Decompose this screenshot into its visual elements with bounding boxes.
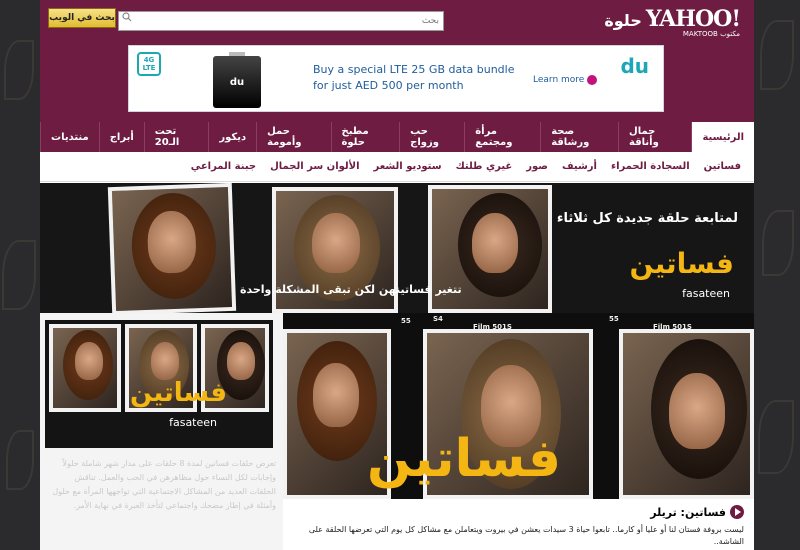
- logo-hilwa-text: حلوة: [604, 11, 642, 30]
- primary-nav: الرئيسية جمال وأناقة صحة ورشاقة مرأة ومج…: [40, 122, 754, 152]
- search-field-wrapper: [118, 8, 444, 31]
- arrow-circle-icon: [587, 75, 598, 85]
- web-search-button[interactable]: بحث في الويب: [48, 8, 116, 28]
- nav-item-health[interactable]: صحة ورشاقة: [540, 122, 618, 152]
- nav-item-horoscope[interactable]: أبراج: [98, 122, 144, 152]
- film-strip-label: 55: [609, 315, 619, 323]
- background-leaf-decoration: [762, 210, 794, 276]
- film-strip-label: 55: [401, 317, 411, 325]
- site-logo[interactable]: حلوة YAHOO! MAKTOOB مكتوب: [604, 6, 741, 38]
- face-shape: [75, 342, 103, 380]
- face-shape: [312, 213, 360, 273]
- nav-item-forums[interactable]: منتديات: [40, 122, 99, 152]
- subnav-item-almarai-cheese[interactable]: جبنة المراعي: [184, 152, 263, 181]
- page-container: بحث في الويب حلوة YAHOO! MAKTOOB مكتوب 4…: [40, 0, 754, 550]
- fasateen-thumbnail[interactable]: فساتين fasateen: [45, 320, 273, 448]
- nav-item-women-society[interactable]: مرأة ومجتمع: [464, 122, 540, 152]
- secondary-nav: فساتين السجادة الحمراء أرشيف صور غيري طل…: [40, 152, 754, 182]
- nav-item-pregnancy[interactable]: حمل وأمومة: [256, 122, 330, 152]
- face-shape: [151, 342, 179, 380]
- learn-more-link[interactable]: Learn more: [533, 75, 598, 85]
- nav-item-love-marriage[interactable]: حب وزواج: [399, 122, 464, 152]
- background-leaf-decoration: [4, 40, 34, 100]
- background-leaf-decoration: [758, 400, 794, 474]
- video-player[interactable]: 55 S4 Film 501S 55 Film 501S فساتين: [283, 313, 754, 499]
- du-brand-logo: du: [620, 54, 649, 78]
- ad-copy: Buy a special LTE 25 GB data bundle for …: [313, 62, 515, 94]
- thumb-logo-arabic: فساتين: [129, 378, 227, 408]
- search-icon: [122, 12, 132, 22]
- subnav-item-photos[interactable]: صور: [519, 152, 555, 181]
- nav-item-under-20[interactable]: تحت الـ20: [143, 122, 209, 152]
- nav-item-decor[interactable]: ديكور: [208, 122, 256, 152]
- header-bar: بحث في الويب حلوة YAHOO! MAKTOOB مكتوب 4…: [40, 0, 754, 122]
- learn-more-label: Learn more: [533, 75, 585, 85]
- search-input[interactable]: [118, 11, 444, 31]
- subnav-item-hair-studio[interactable]: ستوديو الشعر: [367, 152, 449, 181]
- nav-item-beauty[interactable]: جمال وأناقة: [618, 122, 691, 152]
- face-shape: [313, 363, 359, 427]
- subnav-item-fasateen[interactable]: فساتين: [697, 152, 748, 181]
- face-shape: [472, 213, 518, 273]
- background-leaf-decoration: [2, 240, 36, 310]
- banner-tagline: تتغير فساتينهن لكن تبقى المشكلة واحدة: [240, 283, 462, 296]
- film-strip-label: S4: [433, 315, 443, 323]
- subnav-item-red-carpet[interactable]: السجادة الحمراء: [604, 152, 697, 181]
- sidebar: فساتين fasateen تعرض حلقات فساتين لمدة 8…: [40, 313, 283, 550]
- face-shape: [146, 210, 197, 274]
- face-shape: [669, 373, 725, 449]
- fasateen-banner[interactable]: لمتابعة حلقة جديدة كل ثلاثاء فساتين fasa…: [40, 183, 754, 313]
- usb-dongle-image: du: [213, 56, 261, 108]
- subnav-item-colors[interactable]: الألوان سر الجمال: [263, 152, 366, 181]
- subnav-item-makeover[interactable]: غيري طلتك: [449, 152, 520, 181]
- caption-text: ليست بروفة فستان لنا أو عليا أو كارما.. …: [308, 525, 744, 546]
- thumb-photo-1: [49, 324, 121, 412]
- search-bar: بحث في الويب: [48, 8, 444, 31]
- ad-banner[interactable]: 4G LTE du Buy a special LTE 25 GB data b…: [128, 45, 664, 112]
- video-logo-arabic: فساتين: [367, 429, 562, 489]
- video-caption: فساتين: تريلر ليست بروفة فستان لنا أو عل…: [283, 499, 754, 550]
- series-description: تعرض حلقات فساتين لمدة 8 حلقات على مدار …: [52, 459, 276, 510]
- banner-logo-english: fasateen: [682, 287, 730, 300]
- caption-title-text: فساتين: تريلر: [650, 505, 726, 519]
- nav-item-kitchen[interactable]: مطبخ حلوة: [330, 122, 400, 152]
- background-leaf-decoration: [6, 430, 34, 490]
- logo-yahoo-text: YAHOO!: [645, 6, 741, 32]
- caption-title[interactable]: فساتين: تريلر: [650, 505, 744, 519]
- ad-line-2: for just AED 500 per month: [313, 79, 464, 92]
- video-frame-3: [619, 329, 754, 499]
- background-leaf-decoration: [760, 20, 794, 90]
- banner-photo-1: [107, 183, 237, 313]
- subnav-item-archive[interactable]: أرشيف: [555, 152, 604, 181]
- lte-badge: 4G LTE: [137, 52, 161, 76]
- ad-line-1: Buy a special LTE 25 GB data bundle: [313, 63, 515, 76]
- play-icon[interactable]: [730, 505, 744, 519]
- banner-logo-arabic: فساتين: [629, 247, 734, 280]
- thumb-logo-english: fasateen: [169, 416, 217, 429]
- face-shape: [227, 342, 255, 380]
- banner-subtitle: لمتابعة حلقة جديدة كل ثلاثاء: [556, 211, 738, 226]
- nav-item-home[interactable]: الرئيسية: [691, 122, 754, 152]
